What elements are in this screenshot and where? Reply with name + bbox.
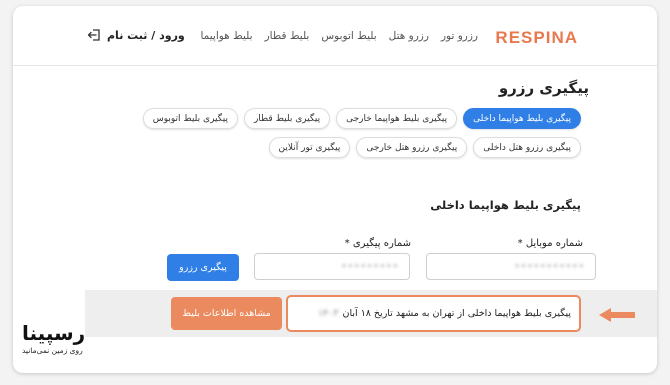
nav-hotel[interactable]: رزرو هتل — [389, 30, 429, 42]
result-year: ۱۴۰۳ — [318, 308, 339, 319]
main-card: RESPINA بلیط هواپیما بلیط قطار بلیط اتوب… — [13, 6, 657, 373]
tab-bus[interactable]: پیگیری بلیط اتوبوس — [142, 108, 238, 129]
view-ticket-button[interactable]: مشاهده اطلاعات بلیط — [171, 297, 282, 330]
nav-train[interactable]: بلیط قطار — [265, 30, 310, 42]
tab-international-hotel[interactable]: پیگیری رزرو هتل خارجی — [356, 137, 468, 158]
page-title: پیگیری رزرو — [498, 79, 589, 97]
tabs-row-1: پیگیری بلیط هواپیما داخلی پیگیری بلیط هو… — [142, 108, 581, 129]
section-title: پیگیری بلیط هواپیما داخلی — [430, 198, 581, 212]
tabs-row-2: پیگیری رزرو هتل داخلی پیگیری رزرو هتل خا… — [268, 137, 581, 158]
pointer-arrow-icon — [599, 308, 635, 322]
tab-international-flight[interactable]: پیگیری بلیط هواپیما خارجی — [336, 108, 458, 129]
tab-train[interactable]: پیگیری بلیط قطار — [243, 108, 331, 129]
brand-tagline: روی زمین نمی‌مانید — [22, 346, 83, 355]
tracking-field[interactable]: ••••••••• — [254, 253, 410, 280]
result-box[interactable]: پیگیری بلیط هواپیما داخلی از تهران به مش… — [286, 295, 581, 332]
track-reservation-button[interactable]: پیگیری رزرو — [167, 254, 239, 281]
tab-online-tour[interactable]: پیگیری تور آنلاین — [268, 137, 351, 158]
tracking-label: شماره پیگیری * — [344, 238, 411, 249]
mobile-field[interactable]: ••••••••••• — [426, 253, 596, 280]
login-arrow-icon — [87, 28, 101, 42]
login-label: ورود / ثبت نام — [107, 28, 185, 42]
nav-flight[interactable]: بلیط هواپیما — [200, 30, 252, 42]
tracking-value: ••••••••• — [341, 261, 399, 272]
tab-domestic-hotel[interactable]: پیگیری رزرو هتل داخلی — [473, 137, 581, 158]
result-text: پیگیری بلیط هواپیما داخلی از تهران به مش… — [342, 308, 572, 319]
login-link[interactable]: ورود / ثبت نام — [87, 28, 185, 42]
brand-mark: رسپینا روی زمین نمی‌مانید — [22, 322, 102, 367]
respina-logo[interactable]: RESPINA — [495, 28, 578, 48]
mobile-value: ••••••••••• — [514, 261, 585, 272]
nav-bus[interactable]: بلیط اتوبوس — [321, 30, 376, 42]
site-header: RESPINA بلیط هواپیما بلیط قطار بلیط اتوب… — [13, 6, 657, 66]
result-text-line: پیگیری بلیط هواپیما داخلی از تهران به مش… — [318, 308, 571, 319]
main-nav: بلیط هواپیما بلیط قطار بلیط اتوبوس رزرو … — [200, 30, 478, 42]
brand-wordmark: رسپینا — [22, 321, 86, 345]
mobile-label: شماره موبایل * — [517, 238, 583, 249]
nav-tour[interactable]: رزرو تور — [441, 30, 478, 42]
tab-domestic-flight[interactable]: پیگیری بلیط هواپیما داخلی — [463, 108, 581, 129]
